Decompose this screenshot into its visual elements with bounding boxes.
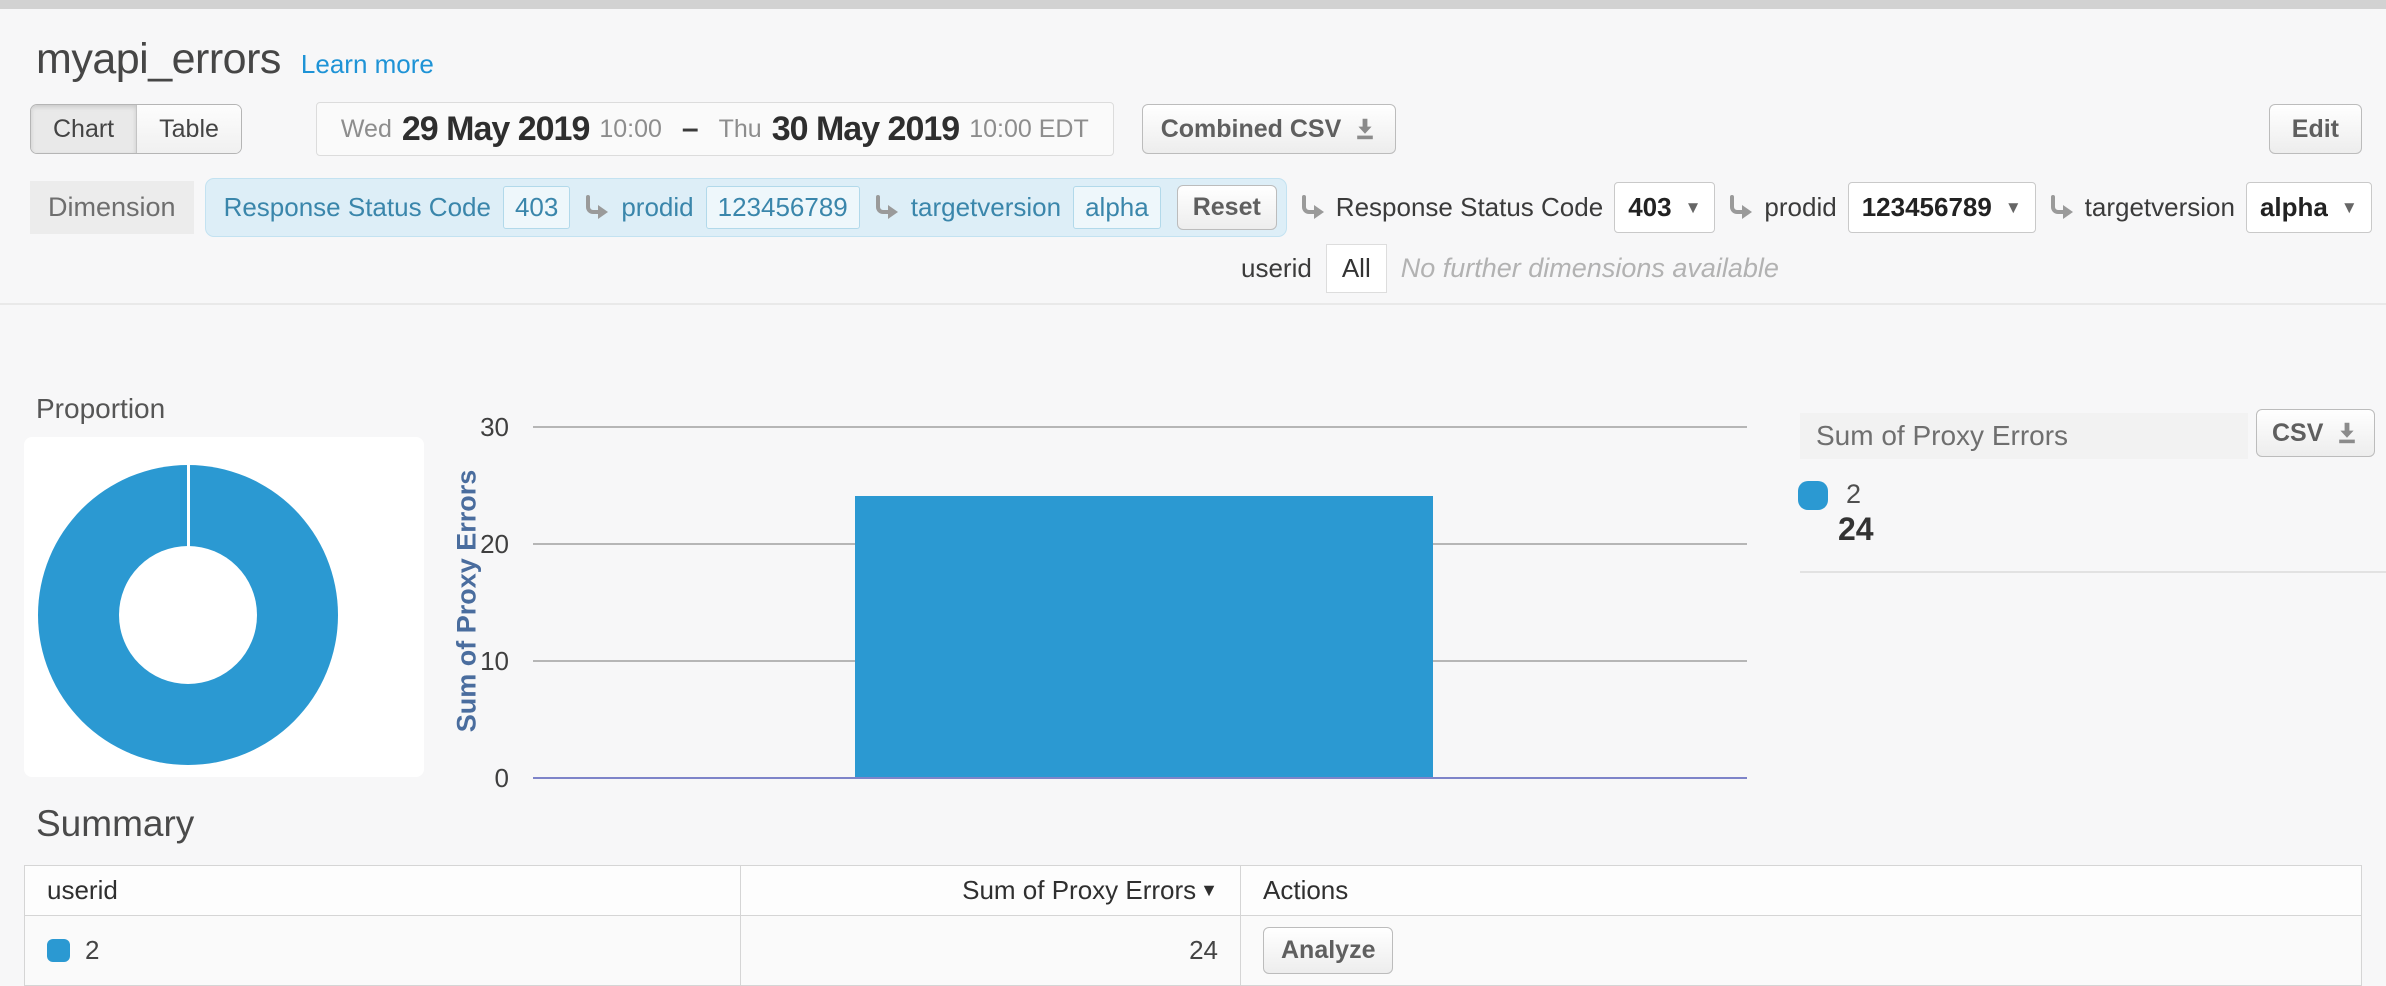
learn-more-link[interactable]: Learn more xyxy=(301,49,434,80)
caret-down-icon: ▼ xyxy=(2005,198,2022,218)
userid-all-selector[interactable]: All xyxy=(1326,244,1387,293)
header-actions: Actions xyxy=(1241,866,2362,916)
breadcrumb-dim-value[interactable]: alpha xyxy=(1073,186,1161,229)
end-date: 30 May 2019 xyxy=(772,110,960,149)
cell-actions: Analyze xyxy=(1241,916,2362,986)
bar-chart-plot-area xyxy=(533,427,1747,778)
start-date: 29 May 2019 xyxy=(402,110,590,149)
breadcrumb-dim-value[interactable]: 403 xyxy=(503,186,570,229)
breadcrumb-dim-value[interactable]: 123456789 xyxy=(706,186,860,229)
series-color-swatch xyxy=(47,939,70,962)
download-icon xyxy=(2335,421,2359,445)
edit-button[interactable]: Edit xyxy=(2269,104,2362,154)
combined-csv-label: Combined CSV xyxy=(1161,115,1342,144)
y-tick-20: 20 xyxy=(445,529,509,559)
dimension-row: Dimension Response Status Code 403 prodi… xyxy=(30,178,2386,237)
charts-section: Proportion Sum of Proxy Errors 30 20 10 … xyxy=(0,305,2386,781)
selector-value: 123456789 xyxy=(1862,192,1992,223)
selector-dim-name: prodid xyxy=(1764,192,1836,223)
drilldown-arrow-icon xyxy=(582,194,609,221)
summary-table-header-row: userid Sum of Proxy Errors▼ Actions xyxy=(25,866,2362,916)
download-icon xyxy=(1353,117,1377,141)
toolbar: Chart Table Wed 29 May 2019 10:00 – Thu … xyxy=(30,100,2362,158)
dimension-label: Dimension xyxy=(30,181,194,234)
page-title: myapi_errors xyxy=(36,35,281,84)
reset-button[interactable]: Reset xyxy=(1177,185,1277,230)
drilldown-arrow-icon xyxy=(872,194,899,221)
selector-dim-name: Response Status Code xyxy=(1336,192,1603,223)
bar-chart-y-axis-label: Sum of Proxy Errors xyxy=(452,470,483,733)
date-range-picker[interactable]: Wed 29 May 2019 10:00 – Thu 30 May 2019 … xyxy=(316,102,1114,156)
legend-separator xyxy=(1800,571,2386,573)
legend-header: Sum of Proxy Errors xyxy=(1800,413,2248,459)
cell-sum: 24 xyxy=(741,916,1241,986)
y-tick-0: 0 xyxy=(445,763,509,793)
proxy-errors-bar[interactable] xyxy=(855,496,1433,777)
gridline xyxy=(533,426,1747,428)
selector-dim-name: targetversion xyxy=(2085,192,2235,223)
no-more-dimensions-text: No further dimensions available xyxy=(1401,253,1779,284)
end-time: 10:00 EDT xyxy=(969,115,1089,144)
top-border-strip xyxy=(0,0,2386,9)
header-userid: userid xyxy=(25,866,741,916)
table-row: 2 24 Analyze xyxy=(25,916,2362,986)
drilldown-arrow-icon xyxy=(1298,194,1325,221)
sort-desc-icon[interactable]: ▼ xyxy=(1200,880,1218,900)
start-time: 10:00 xyxy=(599,115,662,144)
csv-label: CSV xyxy=(2272,419,2323,448)
header-sum-of-proxy-errors[interactable]: Sum of Proxy Errors▼ xyxy=(741,866,1241,916)
start-day: Wed xyxy=(341,115,392,144)
date-range-dash: – xyxy=(682,112,699,146)
combined-csv-button[interactable]: Combined CSV xyxy=(1142,104,1397,154)
page-header: myapi_errors Learn more xyxy=(36,35,2386,84)
breadcrumb-dim-name: prodid xyxy=(621,192,693,223)
selector-dropdown-prodid[interactable]: 123456789 ▼ xyxy=(1848,182,2036,233)
dimension-section: Dimension Response Status Code 403 prodi… xyxy=(30,178,2386,291)
drilldown-arrow-icon xyxy=(2047,194,2074,221)
selector-value: alpha xyxy=(2260,192,2328,223)
dimension-row-2: userid All No further dimensions availab… xyxy=(1241,245,2386,291)
caret-down-icon: ▼ xyxy=(2341,198,2358,218)
y-tick-30: 30 xyxy=(445,412,509,442)
caret-down-icon: ▼ xyxy=(1685,198,1702,218)
dimension-breadcrumb[interactable]: Response Status Code 403 prodid 12345678… xyxy=(205,178,1287,237)
legend-series-value: 24 xyxy=(1838,511,1874,548)
breadcrumb-dim-name: targetversion xyxy=(911,192,1061,223)
summary-title: Summary xyxy=(36,803,2386,845)
selector-dropdown-status-code[interactable]: 403 ▼ xyxy=(1614,182,1715,233)
tab-table[interactable]: Table xyxy=(136,105,241,153)
breadcrumb-dim-name: Response Status Code xyxy=(224,192,491,223)
legend-swatch xyxy=(1798,481,1828,510)
proportion-chart-title: Proportion xyxy=(36,393,165,425)
cell-userid: 2 xyxy=(25,916,741,986)
proportion-chart-card xyxy=(24,437,424,777)
csv-button[interactable]: CSV xyxy=(2256,409,2375,457)
view-toggle: Chart Table xyxy=(30,104,242,154)
userid-label: userid xyxy=(1241,253,1312,284)
analyze-button[interactable]: Analyze xyxy=(1263,927,1393,974)
donut-chart-slice[interactable] xyxy=(38,465,338,765)
end-day: Thu xyxy=(719,115,762,144)
selector-dropdown-targetversion[interactable]: alpha ▼ xyxy=(2246,182,2372,233)
y-tick-10: 10 xyxy=(445,646,509,676)
tab-chart[interactable]: Chart xyxy=(31,105,136,153)
drilldown-arrow-icon xyxy=(1726,194,1753,221)
selector-value: 403 xyxy=(1628,192,1671,223)
x-axis-baseline xyxy=(533,777,1747,779)
legend-series-label: 2 xyxy=(1846,479,1861,510)
